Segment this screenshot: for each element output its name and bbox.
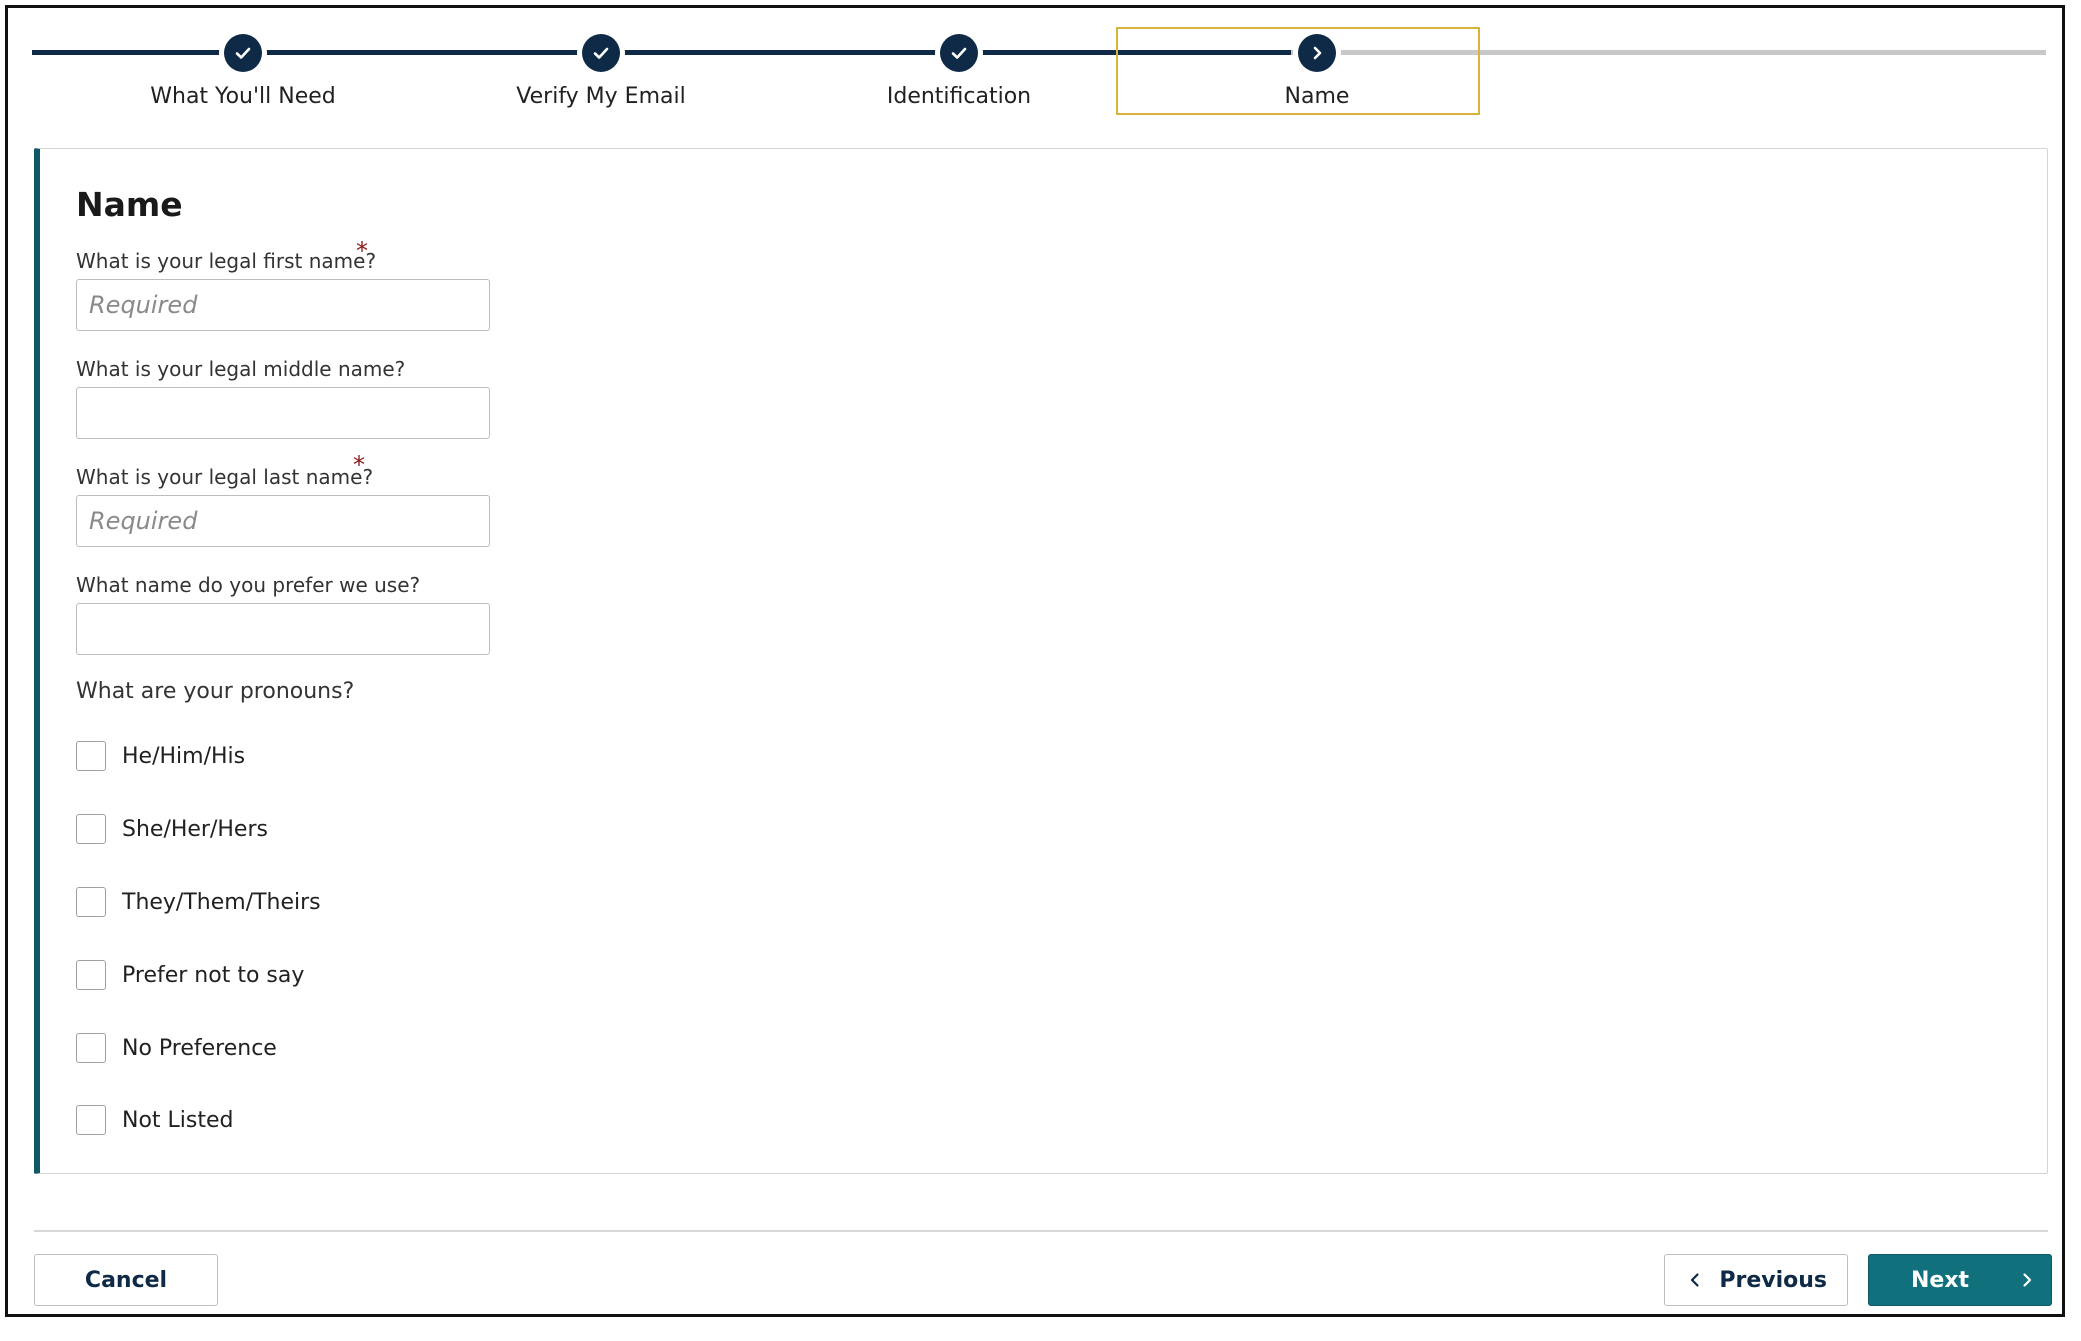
first-name-placeholder: Required [89, 291, 198, 319]
step-label-verify-my-email: Verify My Email [516, 84, 686, 109]
next-button-label: Next [1911, 1267, 1970, 1293]
middle-name-field[interactable] [76, 387, 490, 439]
page-title: Name [76, 185, 183, 224]
first-name-field[interactable]: Required [76, 279, 490, 331]
step-label-what-youll-need: What You'll Need [150, 84, 336, 109]
step-label-identification: Identification [886, 84, 1032, 109]
pronoun-option-they-them-theirs[interactable]: They/Them/Theirs [76, 887, 321, 917]
pronoun-option-prefer-not-to-say[interactable]: Prefer not to say [76, 960, 304, 990]
cancel-button-label: Cancel [84, 1267, 168, 1293]
step-complete-check-icon[interactable] [582, 34, 620, 72]
checkbox-label[interactable]: Not Listed [122, 1108, 234, 1133]
last-name-label: What is your legal last name? [76, 465, 374, 489]
current-step-highlight [1116, 27, 1480, 115]
progress-stepper: What You'll Need Verify My Email Identif… [32, 34, 2046, 124]
pronoun-option-she-her-hers[interactable]: She/Her/Hers [76, 814, 268, 844]
checkbox[interactable] [76, 1033, 106, 1063]
last-name-placeholder: Required [89, 507, 198, 535]
required-marker: * [356, 237, 368, 265]
pronoun-option-not-listed[interactable]: Not Listed [76, 1105, 234, 1135]
checkbox-label[interactable]: She/Her/Hers [122, 817, 268, 842]
first-name-label: What is your legal first name? [76, 249, 377, 273]
middle-name-label: What is your legal middle name? [76, 357, 406, 381]
app-frame: What You'll Need Verify My Email Identif… [5, 5, 2065, 1317]
preferred-name-label: What name do you prefer we use? [76, 573, 421, 597]
step-complete-check-icon[interactable] [940, 34, 978, 72]
checkbox[interactable] [76, 887, 106, 917]
required-marker: * [353, 451, 365, 479]
pronoun-option-he-him-his[interactable]: He/Him/His [76, 741, 245, 771]
checkbox[interactable] [76, 1105, 106, 1135]
name-form-card: Name What is your legal first name? * Re… [34, 148, 2048, 1174]
checkbox-label[interactable]: No Preference [122, 1036, 277, 1061]
checkbox[interactable] [76, 960, 106, 990]
previous-button-label: Previous [1719, 1267, 1827, 1293]
stepper-progress-line [32, 50, 1291, 55]
preferred-name-field[interactable] [76, 603, 490, 655]
checkbox-label[interactable]: They/Them/Theirs [122, 890, 321, 915]
pronouns-question: What are your pronouns? [76, 679, 355, 704]
step-complete-check-icon[interactable] [224, 34, 262, 72]
cancel-button[interactable]: Cancel [34, 1254, 218, 1306]
chevron-right-icon [2023, 1273, 2032, 1287]
checkbox-label[interactable]: Prefer not to say [122, 963, 304, 988]
next-button[interactable]: Next [1868, 1254, 2052, 1306]
pronoun-option-no-preference[interactable]: No Preference [76, 1033, 277, 1063]
checkbox-label[interactable]: He/Him/His [122, 744, 245, 769]
chevron-left-icon [1690, 1273, 1699, 1287]
checkbox[interactable] [76, 741, 106, 771]
checkbox[interactable] [76, 814, 106, 844]
footer-divider [34, 1230, 2048, 1232]
previous-button[interactable]: Previous [1664, 1254, 1848, 1306]
last-name-field[interactable]: Required [76, 495, 490, 547]
